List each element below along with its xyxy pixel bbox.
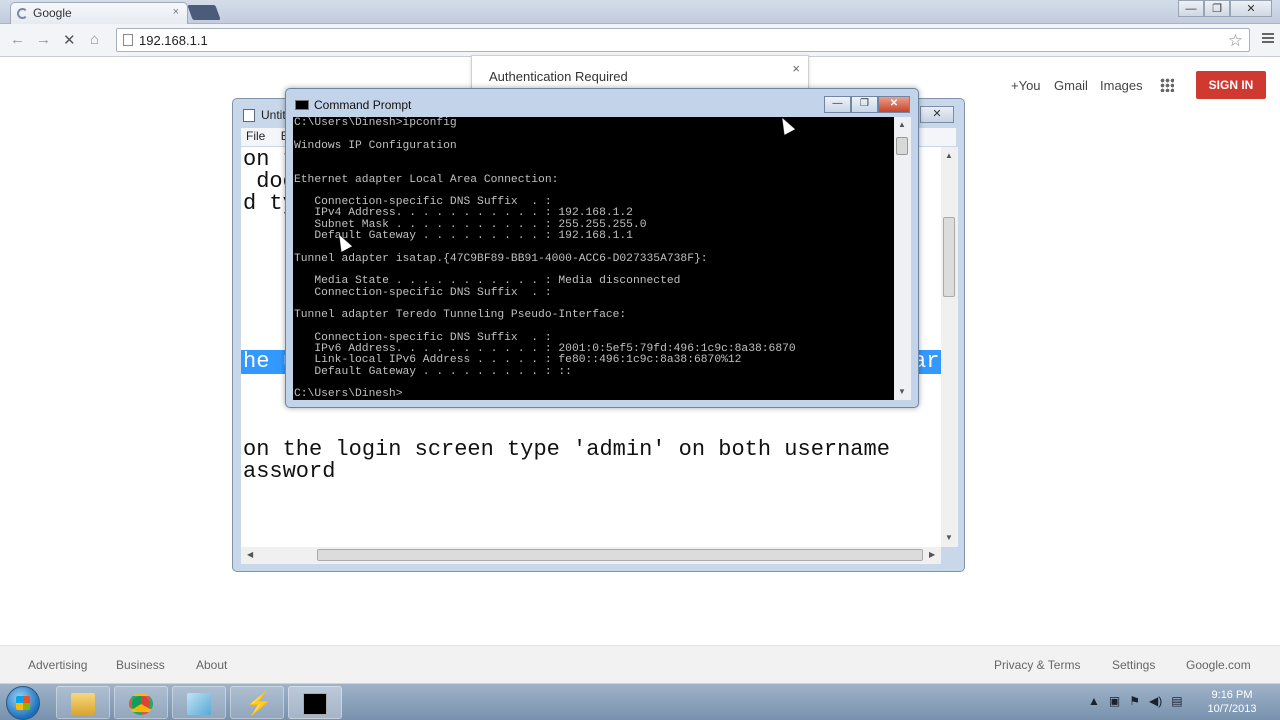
cmd-maximize-button[interactable]: ❐ bbox=[851, 96, 878, 113]
footer-about-link[interactable]: About bbox=[196, 658, 227, 672]
console-line: Windows IP Configuration bbox=[294, 139, 457, 152]
text-line: assword bbox=[243, 459, 336, 484]
page-icon bbox=[123, 34, 133, 46]
home-icon[interactable]: ⌂ bbox=[90, 31, 99, 48]
notepad-vertical-scrollbar[interactable]: ▲ ▼ bbox=[941, 147, 958, 547]
cmd-console-output[interactable]: C:\Users\Dinesh>ipconfig Windows IP Confi… bbox=[293, 117, 894, 400]
console-line: Connection-specific DNS Suffix . : bbox=[294, 286, 552, 299]
console-line: Ethernet adapter Local Area Connection: bbox=[294, 173, 559, 186]
scroll-thumb[interactable] bbox=[943, 217, 955, 297]
command-prompt-window: Command Prompt — ❐ ✕ C:\Users\Dinesh>ipc… bbox=[285, 88, 919, 408]
cmd-close-button[interactable]: ✕ bbox=[878, 96, 910, 113]
plus-you-link[interactable]: +You bbox=[1011, 78, 1041, 93]
flag-icon[interactable]: ⚑ bbox=[1129, 694, 1140, 708]
console-line: Tunnel adapter Teredo Tunneling Pseudo-I… bbox=[294, 309, 627, 322]
auth-dialog-title: Authentication Required bbox=[489, 69, 628, 84]
scroll-left-icon[interactable]: ◀ bbox=[247, 550, 253, 559]
chrome-menu-icon[interactable] bbox=[1262, 33, 1274, 43]
tab-close-button[interactable]: × bbox=[173, 6, 179, 18]
footer-privacy-terms-link[interactable]: Privacy & Terms bbox=[994, 658, 1080, 672]
console-line: IPv4 Address. . . . . . . . . . . : 192.… bbox=[294, 207, 633, 220]
window-controls: — ❐ ✕ bbox=[1178, 0, 1272, 17]
tab-title: Google bbox=[33, 6, 72, 20]
menu-file[interactable]: File bbox=[246, 129, 265, 143]
taskbar-notepad[interactable] bbox=[172, 686, 226, 719]
browser-toolbar: ← → ✕ ⌂ 192.168.1.1 ☆ bbox=[0, 24, 1280, 57]
console-line: C:\Users\Dinesh>ipconfig bbox=[294, 117, 457, 129]
clock-time: 9:16 PM bbox=[1211, 689, 1253, 701]
cmd-icon bbox=[303, 693, 327, 715]
scroll-up-icon[interactable]: ▲ bbox=[945, 151, 953, 160]
clock-date: 10/7/2013 bbox=[1207, 703, 1257, 715]
console-line: C:\Users\Dinesh> bbox=[294, 388, 403, 400]
scroll-up-icon[interactable]: ▲ bbox=[898, 120, 906, 129]
taskbar-explorer[interactable] bbox=[56, 686, 110, 719]
taskbar-chrome[interactable] bbox=[114, 686, 168, 719]
scroll-down-icon[interactable]: ▼ bbox=[898, 387, 906, 396]
gmail-link[interactable]: Gmail bbox=[1054, 78, 1088, 93]
loading-icon bbox=[17, 8, 28, 19]
images-link[interactable]: Images bbox=[1100, 78, 1143, 93]
show-hidden-icons-icon[interactable]: ▲ bbox=[1088, 694, 1100, 708]
windows-logo-icon bbox=[16, 696, 30, 710]
folder-icon bbox=[71, 693, 95, 715]
windows-taskbar: ⚡ ▲ ▣ ⚑ ◀) ▤ 9:16 PM 10/7/2013 bbox=[0, 683, 1280, 720]
console-line: Link-local IPv6 Address . . . . . : fe80… bbox=[294, 354, 742, 367]
cmd-minimize-button[interactable]: — bbox=[824, 96, 851, 113]
new-tab-button[interactable] bbox=[187, 5, 221, 20]
footer-advertising-link[interactable]: Advertising bbox=[28, 658, 87, 672]
text-line: on the login screen type 'admin' on both… bbox=[243, 437, 890, 462]
command-prompt-icon bbox=[295, 100, 309, 110]
notepad-icon bbox=[243, 109, 255, 122]
network-status-icon[interactable]: ▤ bbox=[1171, 694, 1182, 708]
chrome-icon bbox=[129, 693, 153, 715]
cmd-window-controls: — ❐ ✕ bbox=[824, 96, 910, 113]
back-icon[interactable]: ← bbox=[10, 31, 25, 48]
address-text: 192.168.1.1 bbox=[139, 33, 208, 48]
apps-grid-icon[interactable] bbox=[1160, 78, 1174, 92]
sign-in-button[interactable]: SIGN IN bbox=[1196, 71, 1266, 99]
scroll-thumb[interactable] bbox=[896, 137, 908, 155]
footer-business-link[interactable]: Business bbox=[116, 658, 165, 672]
google-footer: Advertising Business About Privacy & Ter… bbox=[0, 645, 1280, 683]
notepad-title: Untit bbox=[261, 108, 286, 122]
auth-dialog-close-button[interactable]: × bbox=[792, 61, 800, 76]
stop-icon[interactable]: ✕ bbox=[63, 31, 76, 49]
minimize-button[interactable]: — bbox=[1178, 0, 1204, 17]
start-button[interactable] bbox=[6, 686, 40, 720]
console-line: Default Gateway . . . . . . . . . : :: bbox=[294, 365, 572, 378]
taskbar-network-app[interactable]: ⚡ bbox=[230, 686, 284, 719]
scroll-right-icon[interactable]: ▶ bbox=[929, 550, 935, 559]
forward-icon[interactable]: → bbox=[36, 31, 51, 48]
scroll-down-icon[interactable]: ▼ bbox=[945, 533, 953, 542]
footer-google-com-link[interactable]: Google.com bbox=[1186, 658, 1251, 672]
volume-icon[interactable]: ◀) bbox=[1149, 694, 1162, 708]
address-bar[interactable]: 192.168.1.1 ☆ bbox=[116, 28, 1250, 52]
console-line: Media State . . . . . . . . . . . : Medi… bbox=[294, 275, 681, 288]
notepad-icon bbox=[187, 693, 211, 715]
maximize-button[interactable]: ❐ bbox=[1204, 0, 1230, 17]
notepad-horizontal-scrollbar[interactable]: ◀ ▶ bbox=[241, 547, 941, 564]
system-tray: ▲ ▣ ⚑ ◀) ▤ bbox=[1088, 694, 1183, 708]
scroll-thumb[interactable] bbox=[317, 549, 923, 561]
device-icon[interactable]: ▣ bbox=[1109, 694, 1120, 708]
system-clock[interactable]: 9:16 PM 10/7/2013 bbox=[1200, 688, 1264, 716]
network-icon: ⚡ bbox=[245, 691, 273, 716]
cmd-vertical-scrollbar[interactable]: ▲ ▼ bbox=[894, 117, 911, 400]
console-line: Tunnel adapter isatap.{47C9BF89-BB91-400… bbox=[294, 252, 708, 265]
footer-settings-link[interactable]: Settings bbox=[1112, 658, 1155, 672]
bookmark-star-icon[interactable]: ☆ bbox=[1228, 31, 1243, 51]
taskbar-command-prompt[interactable] bbox=[288, 686, 342, 719]
notepad-close-button[interactable]: ✕ bbox=[920, 106, 954, 123]
command-prompt-title: Command Prompt bbox=[314, 98, 412, 112]
browser-tab-strip: Google × — ❐ ✕ bbox=[0, 0, 1280, 24]
tab-google[interactable]: Google × bbox=[10, 2, 188, 24]
close-button[interactable]: ✕ bbox=[1230, 0, 1272, 17]
